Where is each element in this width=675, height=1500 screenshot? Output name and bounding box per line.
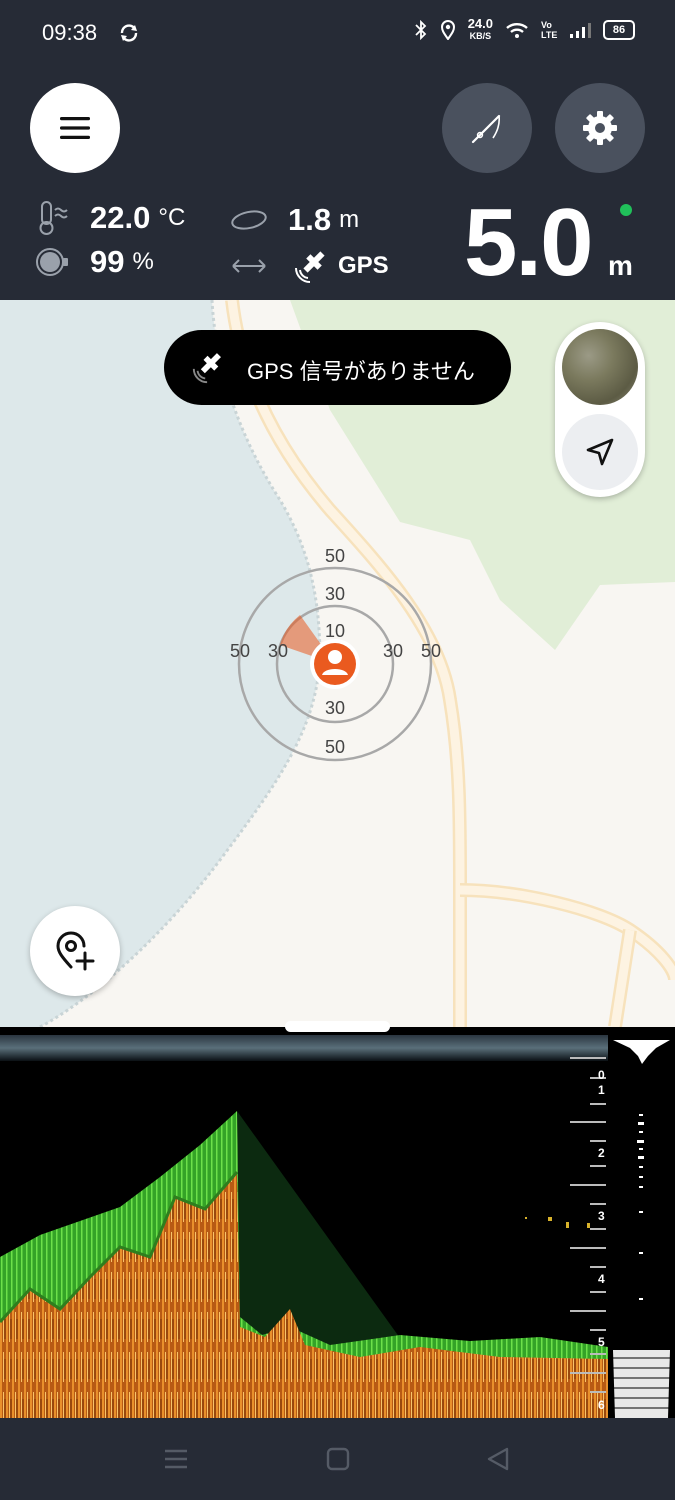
panel-drag-handle[interactable] [285, 1021, 390, 1032]
device-battery-icon [36, 248, 68, 276]
flasher-canvas [613, 1040, 670, 1418]
volte-indicator: Vo LTE [541, 20, 558, 40]
water-temperature-unit: °C [158, 204, 186, 231]
ring-label-top-10: 10 [325, 621, 345, 641]
fishing-rod-icon [471, 114, 501, 144]
back-icon[interactable] [485, 1446, 511, 1472]
net-speed-unit: KB/S [469, 31, 492, 41]
depth-label-2: 2 [598, 1146, 605, 1160]
map-controls [555, 322, 645, 497]
add-location-icon [56, 931, 95, 971]
gps-label: GPS [338, 252, 389, 279]
oval-range-icon [231, 210, 267, 230]
map-layer-button[interactable] [562, 329, 638, 405]
gear-icon [583, 111, 617, 145]
user-location-marker [310, 639, 360, 689]
ring-label-right-30: 30 [383, 641, 403, 661]
menu-button[interactable] [30, 83, 120, 173]
wifi-icon [506, 23, 528, 38]
depth-scale: 0 1 2 3 4 5 6 [570, 1036, 610, 1418]
status-time: 09:38 [42, 20, 98, 45]
device-battery-unit: % [132, 248, 154, 275]
depth-label-0: 0 [598, 1068, 605, 1082]
ring-label-bottom-30: 30 [325, 698, 345, 718]
depth-label-6: 6 [598, 1398, 605, 1412]
system-nav-bar [0, 1418, 675, 1500]
navigation-arrow-icon [586, 438, 614, 466]
ring-label-top-30: 30 [325, 584, 345, 604]
bluetooth-icon [415, 20, 426, 40]
locate-button[interactable] [562, 414, 638, 490]
connection-status-dot [620, 204, 632, 216]
battery-indicator: 86 [603, 20, 635, 40]
depth-unit: m [608, 250, 633, 281]
ring-label-top-50: 50 [325, 546, 345, 566]
water-temperature-value: 22.0 [90, 200, 151, 235]
ring-label-left-50: 50 [230, 641, 250, 661]
cast-distance-value: 1.8 [288, 202, 332, 237]
ring-label-left-30: 30 [268, 641, 288, 661]
settings-button[interactable] [555, 83, 645, 173]
fishing-mode-button[interactable] [442, 83, 532, 173]
add-marker-button[interactable] [30, 906, 120, 996]
sync-icon [120, 24, 138, 42]
depth-label-5: 5 [598, 1335, 605, 1349]
horizontal-arrows-icon [232, 259, 266, 273]
flasher-column [608, 1036, 675, 1418]
water-temperature-icon [39, 201, 68, 235]
ring-label-right-50: 50 [421, 641, 441, 661]
cast-distance-unit: m [339, 206, 360, 233]
satellite-icon [295, 251, 325, 283]
recent-apps-icon[interactable] [163, 1446, 189, 1472]
water-temperature: 22.0 °C [36, 200, 185, 236]
net-speed-value: 24.0 [467, 16, 493, 31]
depth-label-3: 3 [598, 1209, 605, 1223]
depth-label-4: 4 [598, 1272, 605, 1286]
gps-toast: GPS 信号がありません [164, 330, 511, 405]
ring-label-bottom-50: 50 [325, 737, 345, 757]
depth-value: 5.0 [464, 189, 593, 296]
toast-message: GPS 信号がありません [247, 359, 475, 384]
home-icon[interactable] [325, 1446, 351, 1472]
satellite-off-icon [192, 353, 221, 384]
gps-status: GPS [230, 246, 389, 286]
depth-label-1: 1 [598, 1083, 605, 1097]
hamburger-icon [60, 117, 90, 139]
device-battery-value: 99 [90, 244, 125, 279]
status-bar: 09:38 24.0 KB/S Vo LTE 86 [0, 0, 675, 66]
device-battery: 99 % [34, 244, 154, 280]
status-icons: 24.0 KB/S Vo LTE 86 [414, 16, 635, 42]
location-icon [440, 20, 455, 40]
net-speed: 24.0 KB/S [467, 16, 493, 42]
cast-distance: 1.8 m [230, 202, 359, 238]
signal-icon [570, 23, 591, 38]
